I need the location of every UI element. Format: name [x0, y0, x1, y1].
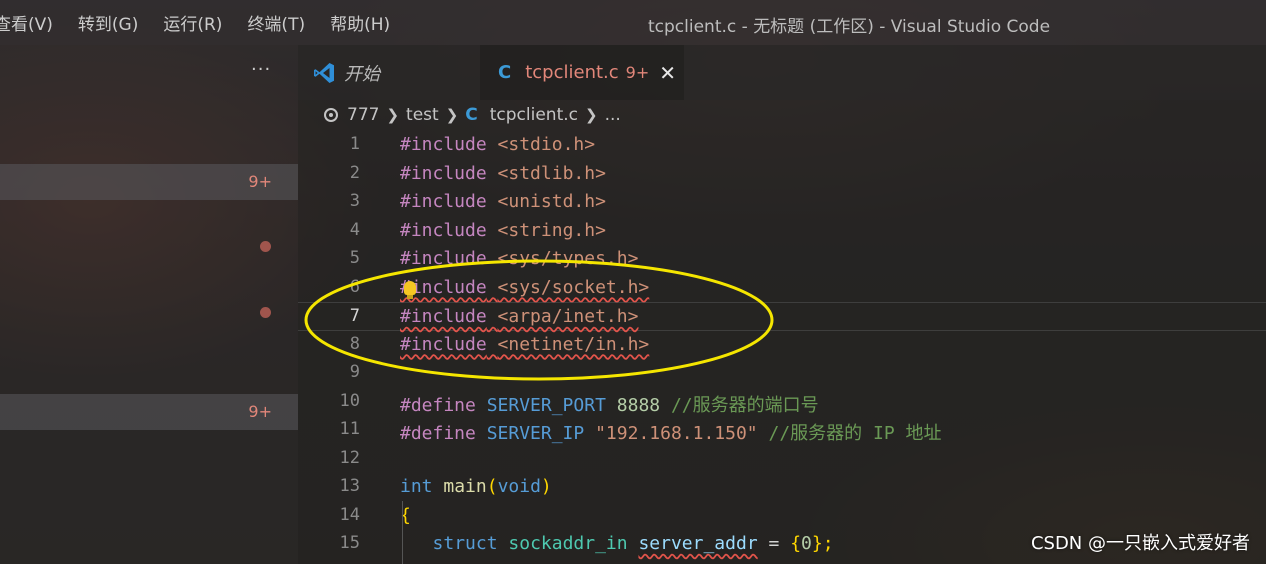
keyword: int [400, 476, 433, 497]
brace: }; [811, 533, 834, 554]
variable: server_addr [638, 533, 758, 554]
macro-name: SERVER_IP [486, 423, 585, 444]
line-number: 10 [339, 390, 360, 411]
line-number: 13 [339, 476, 360, 496]
code-line: 4 #include <string.h> [298, 217, 1266, 246]
modified-dot-icon [260, 241, 271, 252]
comment: //服务器的端口号 [670, 394, 819, 416]
title-bar: 查看(V) 转到(G) 运行(R) 终端(T) 帮助(H) tcpclient.… [0, 0, 1266, 45]
function-name: main [443, 476, 487, 497]
number-literal: 8888 [616, 394, 661, 416]
code-line: 11 #define SERVER_IP "192.168.1.150" //服… [298, 416, 1266, 445]
modified-dot-icon [260, 307, 271, 318]
breadcrumb: 777 ❯ test ❯ C tcpclient.c ❯ ... [324, 103, 621, 127]
paren: ( [486, 476, 498, 497]
header-name: <stdio.h> [497, 134, 596, 155]
code-line: 3 #include <unistd.h> [298, 188, 1266, 217]
line-number: 14 [339, 504, 360, 525]
preprocessor: #include [400, 191, 487, 212]
header-name: <string.h> [497, 219, 606, 241]
preprocessor: #define [400, 394, 476, 416]
header-name: <unistd.h> [497, 191, 606, 212]
code-line: 13 int main(void) [298, 473, 1266, 502]
tab-bar: 开始 C tcpclient.c 9+ ✕ [298, 45, 1266, 100]
menu-view[interactable]: 查看(V) [0, 8, 53, 37]
menu-goto[interactable]: 转到(G) [78, 8, 138, 37]
c-file-icon: C [498, 62, 512, 83]
comment: //服务器的 IP 地址 [768, 423, 942, 444]
line-number: 3 [349, 191, 360, 211]
line-text: #define SERVER_IP "192.168.1.150" //服务器的… [400, 419, 942, 445]
line-text: struct sockaddr_in server_addr = {0}; [400, 533, 834, 554]
menu-run[interactable]: 运行(R) [163, 8, 222, 37]
line-number: 2 [349, 162, 360, 183]
code-line: 12 [298, 445, 1266, 474]
code-line: 10 #define SERVER_PORT 8888 //服务器的端口号 [298, 388, 1266, 417]
problem-count-badge: 9+ [248, 402, 272, 421]
string-literal: "192.168.1.150" [595, 423, 758, 444]
line-text: #include <stdio.h> [400, 134, 595, 155]
chevron-right-icon: ❯ [445, 106, 459, 124]
preprocessor: #include [400, 134, 487, 155]
preprocessor: #include [400, 219, 487, 241]
code-line: 1 #include <stdio.h> [298, 131, 1266, 160]
preprocessor: #include [400, 162, 487, 184]
chevron-right-icon: ❯ [585, 106, 598, 124]
tab-problem-badge: 9+ [625, 63, 650, 82]
tab-label: tcpclient.c [525, 62, 619, 83]
sidebar-item-file[interactable]: 9+ [0, 394, 298, 430]
line-number: 4 [349, 219, 360, 240]
line-text: #include <stdlib.h> [400, 163, 606, 184]
tab-tcpclient[interactable]: C tcpclient.c 9+ ✕ [480, 45, 684, 100]
macro-name: SERVER_PORT [486, 394, 606, 416]
line-text: #define SERVER_PORT 8888 //服务器的端口号 [400, 391, 819, 417]
type-name: sockaddr_in [508, 533, 628, 554]
sidebar-item-active[interactable]: 9+ [0, 164, 298, 200]
chevron-right-icon: ❯ [386, 106, 400, 124]
keyword: struct [432, 533, 498, 554]
breadcrumb-item-symbols[interactable]: ... [605, 105, 621, 125]
number-literal: 0 [801, 533, 812, 554]
breadcrumb-item-folder[interactable]: test [406, 105, 439, 125]
indent-guide [402, 501, 403, 564]
paren: ) [540, 476, 552, 497]
breadcrumb-item-file[interactable]: tcpclient.c [490, 105, 578, 125]
vscode-icon [314, 62, 334, 83]
tab-start-label: 开始 [344, 63, 380, 85]
menu-terminal[interactable]: 终端(T) [247, 8, 305, 37]
keyword: void [497, 476, 541, 497]
operator: = [757, 533, 791, 554]
c-file-icon: C [465, 105, 478, 125]
close-icon[interactable]: ✕ [659, 61, 676, 85]
line-number: 15 [339, 533, 360, 553]
watermark: CSDN @一只嵌入式爱好者 [1030, 533, 1250, 554]
brace: { [790, 533, 802, 554]
workspace-icon [324, 108, 338, 122]
line-text: #include <unistd.h> [400, 191, 606, 212]
preprocessor: #define [400, 423, 476, 444]
more-actions-icon[interactable]: ··· [251, 59, 271, 80]
header-name: <stdlib.h> [497, 162, 606, 184]
line-text: #include <string.h> [400, 220, 606, 241]
code-line: 2 #include <stdlib.h> [298, 160, 1266, 189]
problem-count-badge: 9+ [248, 172, 272, 191]
line-number: 11 [339, 419, 360, 439]
code-line: 14 { [298, 502, 1266, 531]
window-title: tcpclient.c - 无标题 (工作区) - Visual Studio … [648, 17, 1051, 37]
annotation-circle [304, 259, 774, 381]
line-number: 1 [349, 134, 360, 154]
line-number: 12 [339, 447, 360, 468]
tab-start[interactable]: 开始 [298, 45, 480, 100]
menu-bar: 查看(V) 转到(G) 运行(R) 终端(T) 帮助(H) [0, 8, 415, 37]
explorer-sidebar: ··· 9+ 9+ [0, 45, 298, 564]
breadcrumb-item-workspace[interactable]: 777 [347, 105, 379, 125]
menu-help[interactable]: 帮助(H) [330, 8, 390, 37]
line-text: int main(void) [400, 476, 552, 497]
